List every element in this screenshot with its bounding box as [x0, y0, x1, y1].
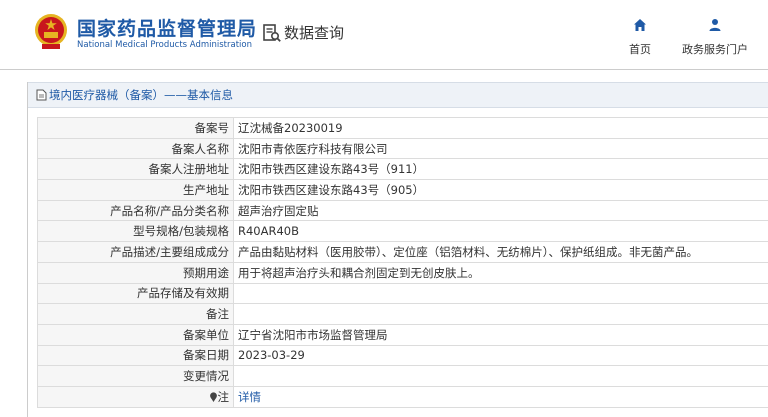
table-row: 产品描述/主要组成成分 产品由黏贴材料（医用胶带）、定位座（铝箔材料、无纺棉片）…: [37, 241, 768, 263]
field-label: 备案号: [37, 117, 234, 139]
field-label: 备案人名称: [37, 137, 234, 160]
field-label: 产品名称/产品分类名称: [37, 199, 234, 222]
field-label: 预期用途: [37, 261, 234, 284]
nav-service-portal[interactable]: 政务服务门户: [678, 18, 752, 57]
national-emblem-icon: [35, 14, 67, 49]
table-row: 备案号 辽沈械备20230019: [37, 117, 768, 139]
field-value: [233, 365, 768, 387]
field-value: 辽宁省沈阳市市场监督管理局: [233, 323, 768, 346]
field-value: 详情: [233, 385, 768, 408]
field-value: R40AR40B: [233, 220, 768, 243]
details-link[interactable]: 详情: [238, 390, 261, 404]
field-label: 备案人注册地址: [37, 158, 234, 181]
table-row: 变更情况: [37, 365, 768, 387]
table-row: 产品存储及有效期: [37, 282, 768, 305]
field-label: 备注: [37, 303, 234, 325]
document-icon: [36, 89, 47, 101]
field-value: 超声治疗固定贴: [233, 199, 768, 222]
nav-service-portal-label: 政务服务门户: [682, 43, 748, 56]
field-label-with-icon: 注: [37, 385, 234, 408]
field-label: 生产地址: [37, 179, 234, 201]
table-row: 生产地址 沈阳市铁西区建设东路43号（905）: [37, 179, 768, 201]
detail-panel: 境内医疗器械（备案）——基本信息 备案号 辽沈械备20230019 备案人名称 …: [27, 82, 768, 417]
table-row: 备案人名称 沈阳市青依医疗科技有限公司: [37, 137, 768, 160]
table-row: 预期用途 用于将超声治疗头和耦合剂固定到无创皮肤上。: [37, 261, 768, 284]
field-value: 产品由黏贴材料（医用胶带）、定位座（铝箔材料、无纺棉片）、保护纸组成。非无菌产品…: [233, 241, 768, 263]
field-label: 型号规格/包装规格: [37, 220, 234, 243]
field-label: 变更情况: [37, 365, 234, 387]
field-value: 沈阳市青依医疗科技有限公司: [233, 137, 768, 160]
field-value: 沈阳市铁西区建设东路43号（905）: [233, 179, 768, 201]
org-name-en: National Medical Products Administration: [77, 40, 252, 50]
home-icon: [634, 19, 646, 31]
field-value: 沈阳市铁西区建设东路43号（911）: [233, 158, 768, 181]
field-value: [233, 282, 768, 305]
table-row: 备案日期 2023-03-29: [37, 344, 768, 367]
nav-home[interactable]: 首页: [627, 18, 653, 57]
document-search-icon: [263, 23, 281, 42]
user-icon: [709, 19, 721, 31]
site-header: 国家药品监督管理局 National Medical Products Admi…: [0, 0, 768, 70]
table-row: 备注: [37, 303, 768, 325]
field-value: 辽沈械备20230019: [233, 117, 768, 139]
field-value: 2023-03-29: [233, 344, 768, 367]
field-value: 用于将超声治疗头和耦合剂固定到无创皮肤上。: [233, 261, 768, 284]
table-row: 产品名称/产品分类名称 超声治疗固定贴: [37, 199, 768, 222]
table-row: 备案人注册地址 沈阳市铁西区建设东路43号（911）: [37, 158, 768, 181]
table-row: 备案单位 辽宁省沈阳市市场监督管理局: [37, 323, 768, 346]
table-row: 型号规格/包装规格 R40AR40B: [37, 220, 768, 243]
table-row: 注 详情: [37, 385, 768, 408]
org-name-cn: 国家药品监督管理局: [77, 18, 258, 40]
section-header: 境内医疗器械（备案）——基本信息: [28, 82, 768, 108]
field-label: 产品描述/主要组成成分: [37, 241, 234, 263]
field-value: [233, 303, 768, 325]
data-query-label: 数据查询: [284, 24, 345, 42]
location-pin-icon: [209, 392, 217, 402]
section-title: 境内医疗器械（备案）——基本信息: [49, 88, 233, 102]
field-label: 产品存储及有效期: [37, 282, 234, 305]
field-label: 备案单位: [37, 323, 234, 346]
field-label: 备案日期: [37, 344, 234, 367]
data-query-link[interactable]: 数据查询: [262, 22, 344, 43]
nav-home-label: 首页: [629, 43, 651, 56]
field-label: 注: [217, 389, 230, 404]
detail-table: 备案号 辽沈械备20230019 备案人名称 沈阳市青依医疗科技有限公司 备案人…: [37, 117, 768, 408]
